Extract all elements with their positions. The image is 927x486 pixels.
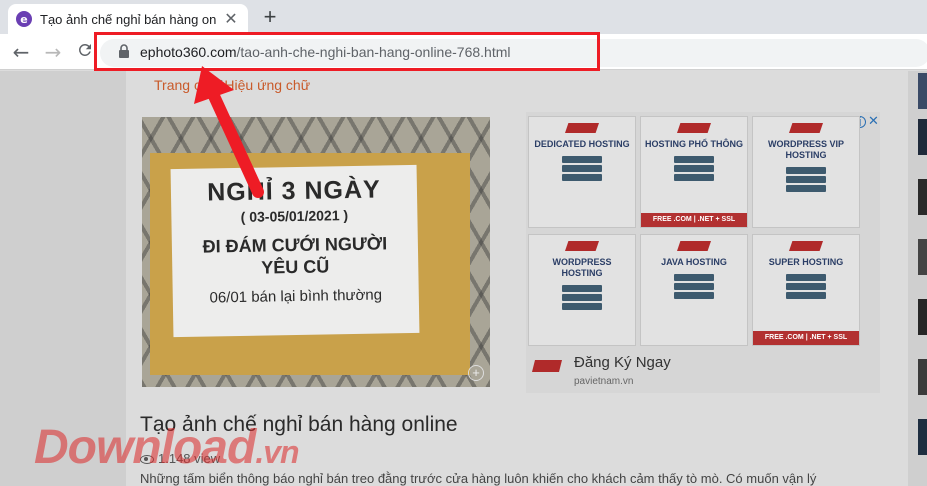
forward-button[interactable]: →	[42, 41, 64, 63]
pavietnam-logo-icon	[565, 241, 599, 251]
ad-close-icon[interactable]: ✕	[868, 114, 879, 129]
server-icon	[786, 167, 826, 192]
watermark-main: Download	[34, 421, 256, 474]
sign-dates: ( 03-05/01/2021 )	[240, 207, 349, 225]
reload-icon	[78, 43, 91, 56]
pavietnam-logo-icon	[532, 360, 562, 372]
ad-card-java-hosting[interactable]: JAVA HOSTING	[640, 234, 748, 346]
pavietnam-logo-icon	[677, 123, 711, 133]
ad-card-title: JAVA HOSTING	[661, 257, 727, 267]
hosting-advertisement[interactable]: i ✕ DEDICATED HOSTING HOSTING PHỔ THÔNG …	[526, 112, 880, 393]
thumbnail[interactable]	[918, 73, 927, 109]
server-icon	[786, 274, 826, 299]
thumbnail[interactable]	[918, 179, 927, 215]
ad-cta-domain: pavietnam.vn	[574, 376, 634, 387]
ad-cta-title[interactable]: Đăng Ký Ngay	[574, 354, 671, 371]
thumbnail[interactable]	[918, 239, 927, 275]
ad-card-super-hosting[interactable]: SUPER HOSTING FREE .COM | .NET + SSL	[752, 234, 860, 346]
sign-reason: ĐI ĐÁM CƯỚI NGƯỜI YÊU CŨ	[172, 232, 419, 280]
back-button[interactable]: ←	[10, 41, 32, 63]
tab-title: Tạo ảnh chế nghỉ bán hàng online	[40, 11, 216, 27]
server-icon	[674, 274, 714, 299]
ad-card-title: WORDPRESS VIP HOSTING	[767, 139, 844, 160]
pavietnam-logo-icon	[565, 123, 599, 133]
ad-card-footer: FREE .COM | .NET + SSL	[753, 331, 859, 345]
browser-tab[interactable]: e Tạo ảnh chế nghỉ bán hàng online ✕	[8, 4, 248, 34]
ad-card-wordpress-hosting[interactable]: WORDPRESS HOSTING	[528, 234, 636, 346]
server-icon	[562, 156, 602, 181]
ad-cta[interactable]: Đăng Ký Ngay pavietnam.vn	[526, 348, 880, 393]
ad-card-hosting-pho-thong[interactable]: HOSTING PHỔ THÔNG FREE .COM | .NET + SSL	[640, 116, 748, 228]
ephoto-favicon-icon: e	[16, 11, 32, 27]
close-icon[interactable]: ✕	[222, 9, 240, 29]
lock-icon	[119, 44, 129, 58]
download-vn-watermark: Download.vn	[34, 420, 300, 475]
thumbnail[interactable]	[918, 119, 927, 155]
url-host: ephoto360.com	[140, 44, 237, 60]
ad-card-dedicated-hosting[interactable]: DEDICATED HOSTING	[528, 116, 636, 228]
sign-reopen: 06/01 bán lại bình thường	[209, 286, 383, 307]
pavietnam-logo-icon	[789, 241, 823, 251]
thumbnail[interactable]	[918, 359, 927, 395]
url-text[interactable]: ephoto360.com/tao-anh-che-nghi-ban-hang-…	[140, 44, 510, 60]
ad-card-title: WORDPRESS HOSTING	[552, 257, 612, 278]
thumbnail[interactable]	[918, 419, 927, 455]
server-icon	[674, 156, 714, 181]
tab-bar: e Tạo ảnh chế nghỉ bán hàng online ✕ +	[0, 0, 927, 34]
ad-card-footer: FREE .COM | .NET + SSL	[641, 213, 747, 227]
thumbnail[interactable]	[918, 299, 927, 335]
zoom-icon[interactable]: +	[468, 365, 484, 381]
ad-card-title: SUPER HOSTING	[768, 257, 844, 267]
pavietnam-logo-icon	[677, 241, 711, 251]
sign-reason-line1: ĐI ĐÁM CƯỚI NGƯỜI	[202, 233, 388, 257]
reload-button[interactable]	[74, 41, 96, 63]
watermark-suffix: .vn	[255, 434, 299, 470]
related-thumbnails	[918, 71, 927, 486]
red-arrow-icon	[194, 66, 264, 198]
pavietnam-logo-icon	[789, 123, 823, 133]
ad-card-wordpress-vip-hosting[interactable]: WORDPRESS VIP HOSTING	[752, 116, 860, 228]
new-tab-button[interactable]: +	[258, 6, 282, 28]
ad-card-title: DEDICATED HOSTING	[534, 139, 630, 149]
server-icon	[562, 285, 602, 310]
sign-reason-line2: YÊU CŨ	[261, 256, 330, 278]
url-path: /tao-anh-che-nghi-ban-hang-online-768.ht…	[236, 44, 511, 60]
ad-card-title: HOSTING PHỔ THÔNG	[645, 139, 744, 149]
